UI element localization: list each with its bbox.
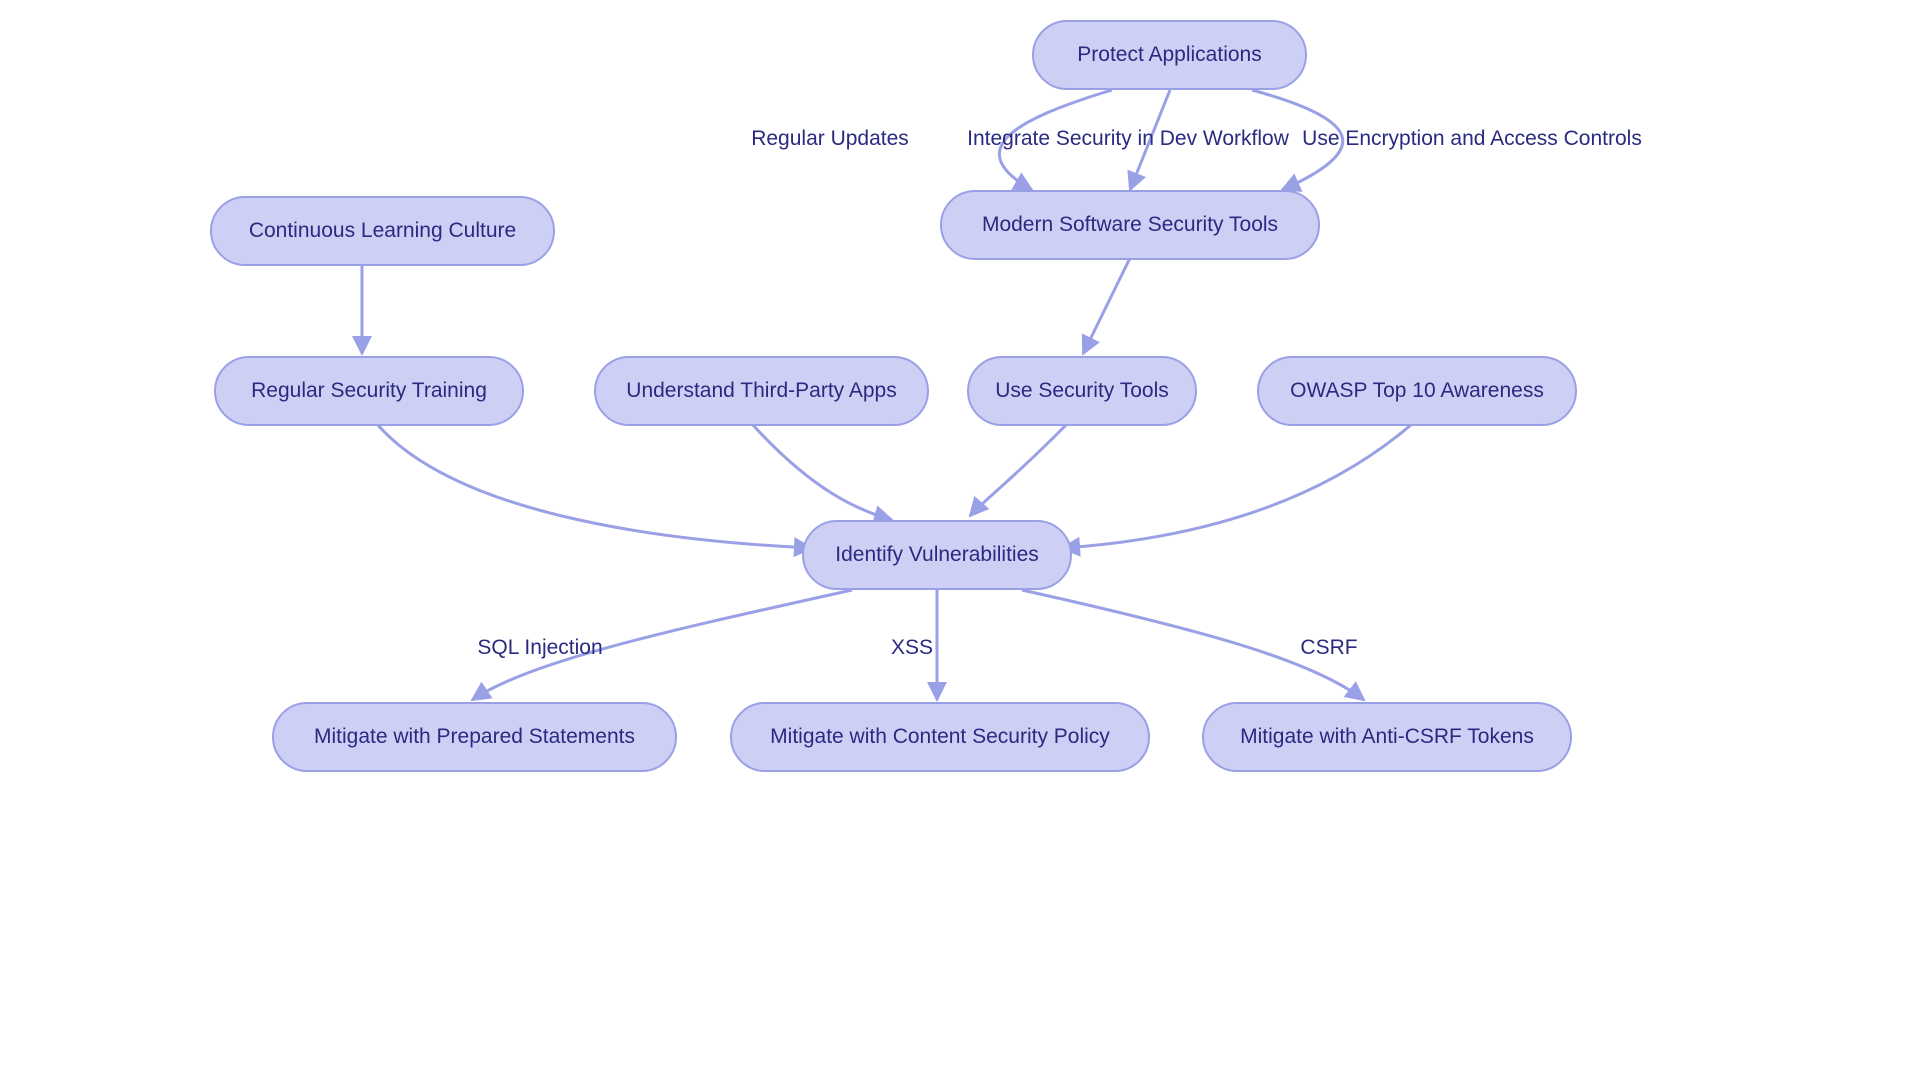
flowchart-canvas: Protect Applications Regular Updates Int… — [192, 0, 1728, 864]
edge-training-identify — [377, 424, 812, 548]
node-protect-applications: Protect Applications — [1032, 20, 1307, 90]
edge-label-csrf: CSRF — [1300, 636, 1357, 660]
node-use-tools: Use Security Tools — [967, 356, 1197, 426]
node-third-party: Understand Third-Party Apps — [594, 356, 929, 426]
edge-modern-use — [1083, 258, 1130, 354]
node-modern-tools: Modern Software Security Tools — [940, 190, 1320, 260]
node-continuous-learning: Continuous Learning Culture — [210, 196, 555, 266]
edge-label-integrate-dev: Integrate Security in Dev Workflow — [967, 127, 1289, 151]
edge-label-xss: XSS — [891, 636, 933, 660]
node-identify-vuln: Identify Vulnerabilities — [802, 520, 1072, 590]
edge-usetools-identify — [970, 424, 1067, 516]
edge-thirdparty-identify — [752, 424, 892, 520]
edge-label-sql: SQL Injection — [477, 636, 602, 660]
node-mit-sql: Mitigate with Prepared Statements — [272, 702, 677, 772]
node-regular-training: Regular Security Training — [214, 356, 524, 426]
node-owasp: OWASP Top 10 Awareness — [1257, 356, 1577, 426]
node-mit-csrf: Mitigate with Anti-CSRF Tokens — [1202, 702, 1572, 772]
node-mit-csp: Mitigate with Content Security Policy — [730, 702, 1150, 772]
edge-label-enc-access: Use Encryption and Access Controls — [1302, 127, 1642, 151]
edge-owasp-identify — [1062, 424, 1412, 548]
edge-label-regular-updates: Regular Updates — [751, 127, 909, 151]
